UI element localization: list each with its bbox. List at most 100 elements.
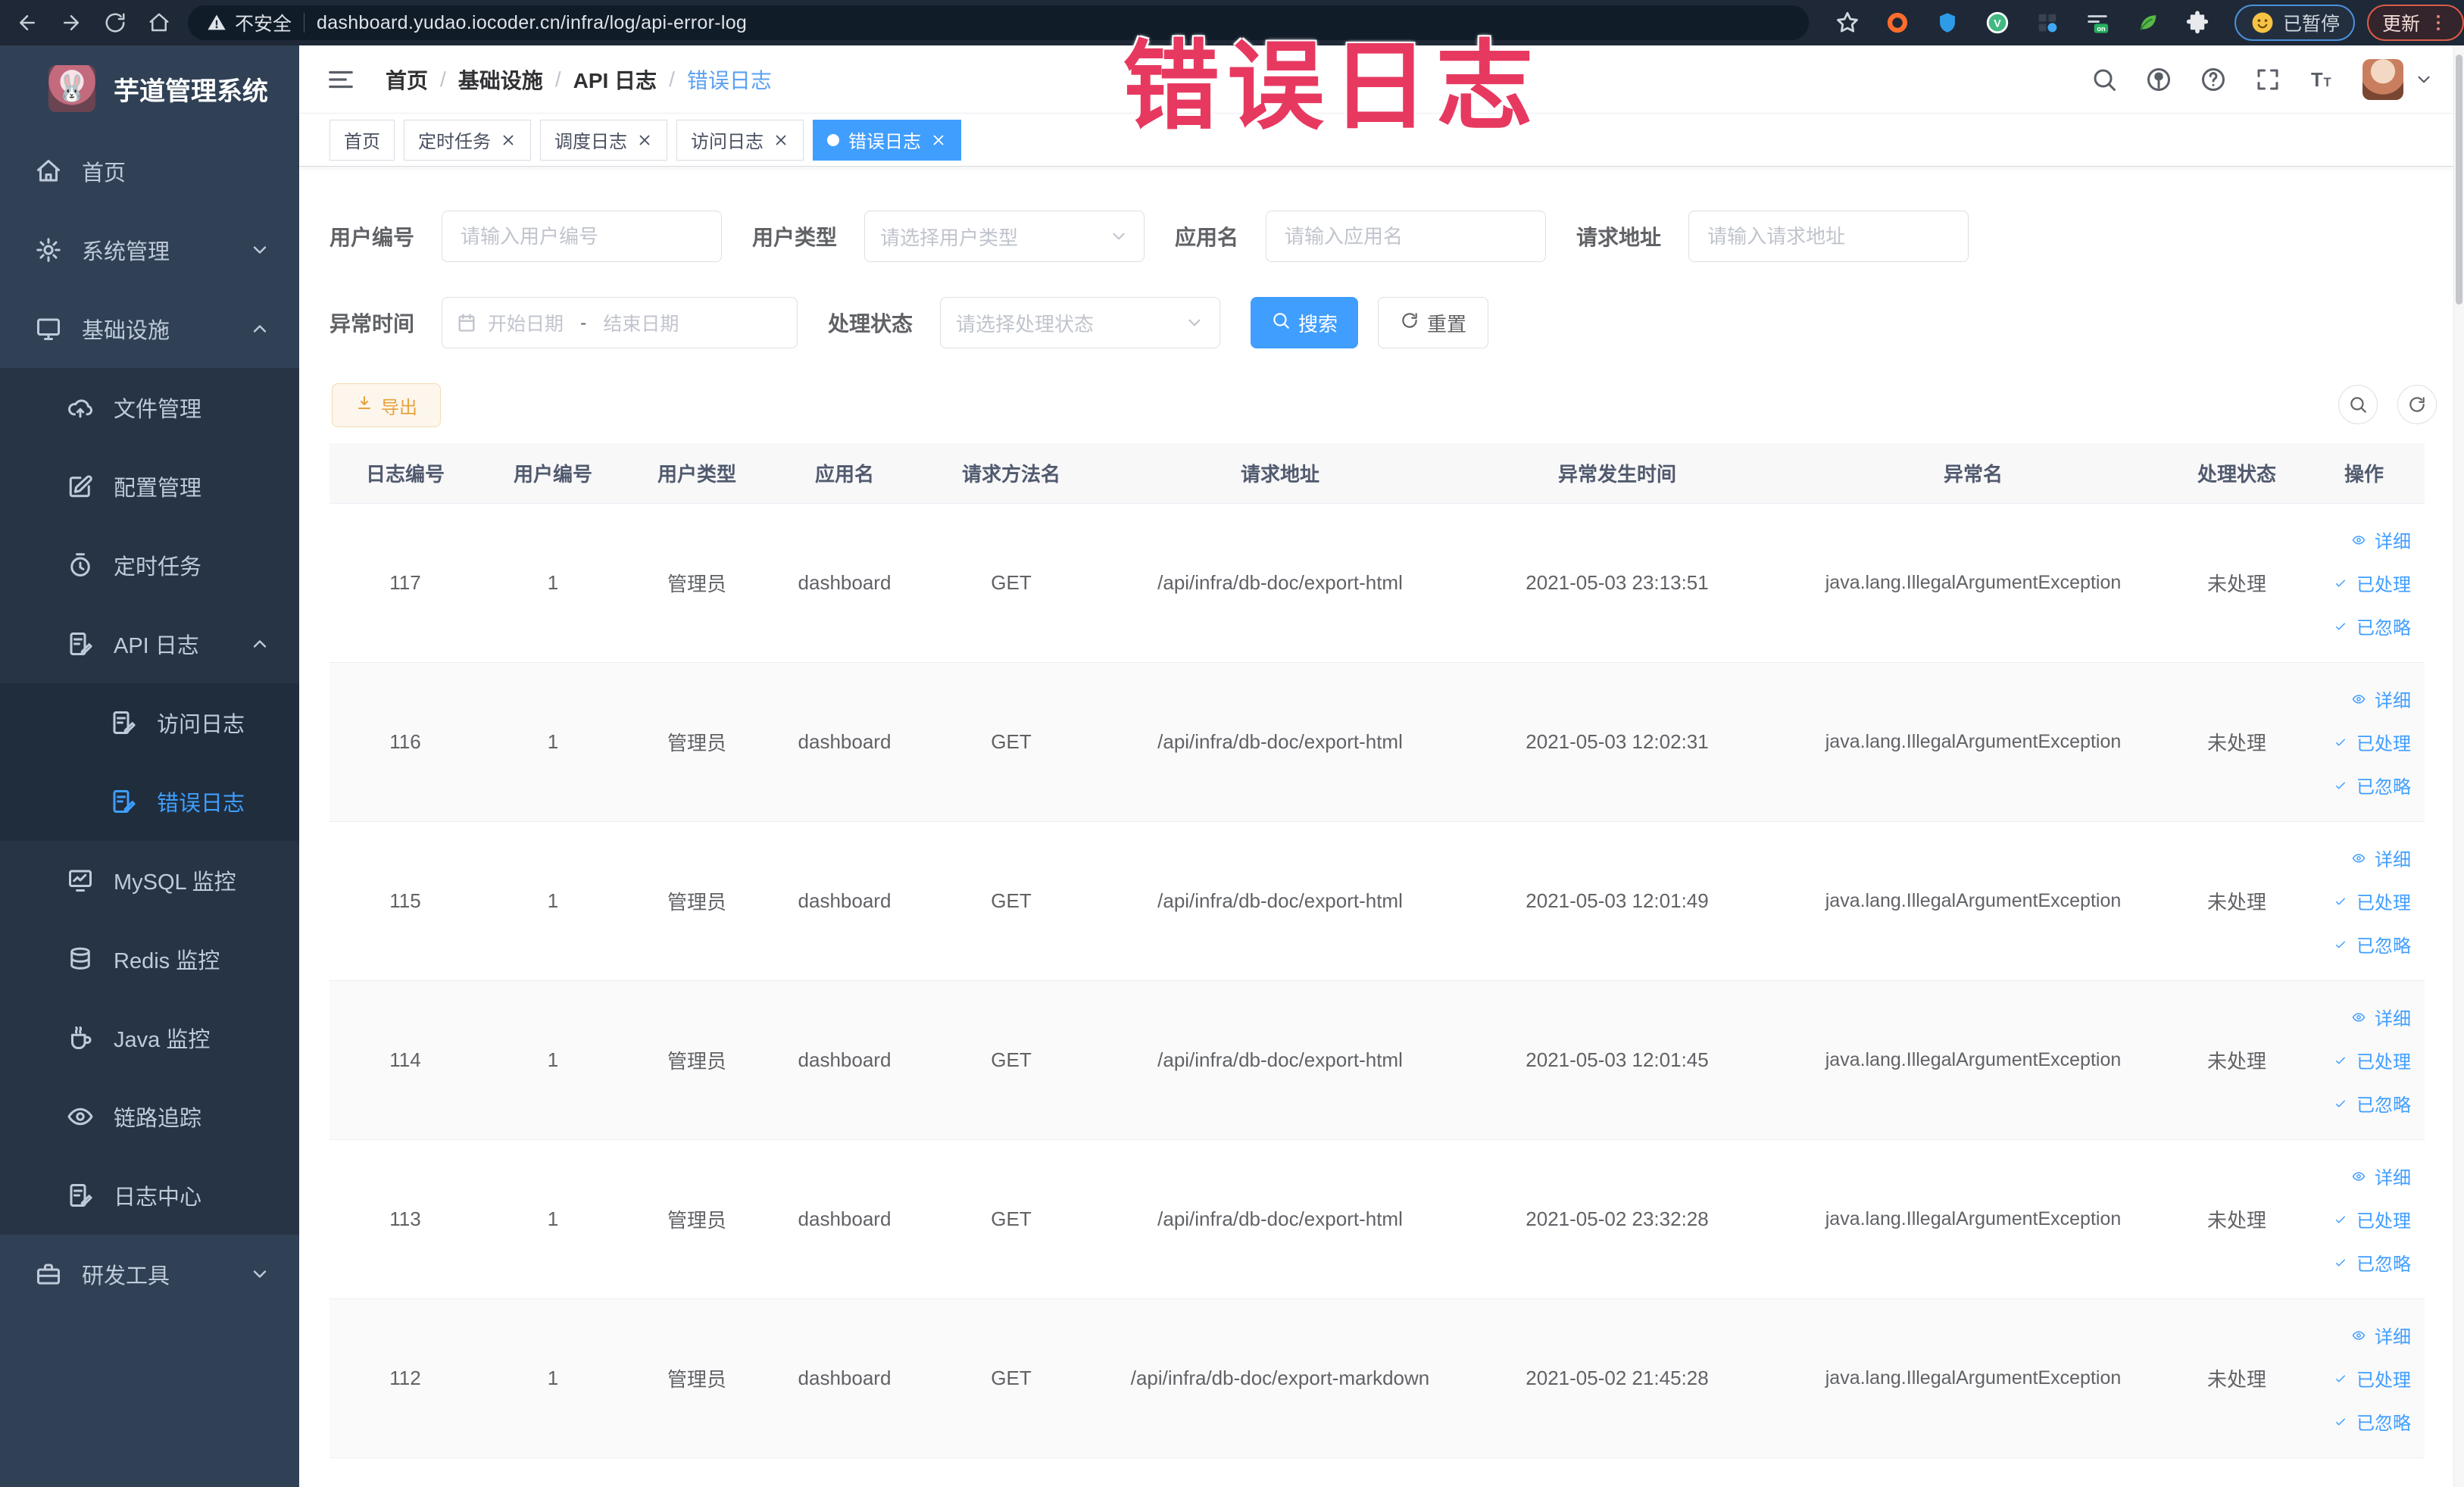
request-url-input[interactable] [1688, 211, 1969, 262]
action-详细[interactable]: 详细 [2352, 1004, 2411, 1030]
cell-exception: java.lang.IllegalArgumentException [1825, 890, 2122, 911]
tag-访问日志[interactable]: 访问日志 [676, 119, 804, 161]
action-详细[interactable]: 详细 [2352, 845, 2411, 871]
action-已忽略[interactable]: 已忽略 [2334, 613, 2411, 639]
user-type-select[interactable]: 请选择用户类型 [864, 211, 1145, 262]
sidebar-item-首页[interactable]: 首页 [0, 132, 299, 211]
tag-调度日志[interactable]: 调度日志 [540, 119, 667, 161]
sidebar-item-访问日志[interactable]: 访问日志 [0, 683, 299, 762]
action-已处理[interactable]: 已处理 [2334, 1365, 2411, 1392]
cell-url: /api/infra/db-doc/export-html [1157, 1048, 1403, 1071]
cell-actions: 详细已处理已忽略 [2303, 526, 2425, 639]
action-已处理[interactable]: 已处理 [2334, 1206, 2411, 1232]
caret-down-icon[interactable] [2414, 70, 2434, 89]
paused-chip[interactable]: 已暂停 [2234, 5, 2355, 41]
grid-extension-icon[interactable] [2031, 7, 2063, 39]
forward-button[interactable] [55, 6, 88, 39]
security-warning-icon[interactable] [206, 12, 227, 33]
action-已忽略[interactable]: 已忽略 [2334, 1249, 2411, 1276]
page-url[interactable]: dashboard.yudao.iocoder.cn/infra/log/api… [317, 12, 747, 34]
font-size-icon[interactable]: TT [2303, 61, 2341, 98]
close-icon[interactable] [500, 132, 517, 148]
search-button[interactable]: 搜索 [1251, 297, 1359, 348]
page-scrollbar[interactable] [2453, 45, 2464, 1487]
action-已忽略[interactable]: 已忽略 [2334, 1408, 2411, 1435]
orange-ring-extension-icon[interactable] [1882, 7, 1913, 39]
address-bar[interactable]: 不安全 dashboard.yudao.iocoder.cn/infra/log… [188, 5, 1809, 40]
cell-status: 未处理 [2206, 732, 2266, 754]
close-icon[interactable] [930, 132, 947, 148]
logo-row[interactable]: 🐰 芋道管理系统 [0, 45, 299, 132]
sidebar-item-日志中心[interactable]: 日志中心 [0, 1156, 299, 1235]
action-详细[interactable]: 详细 [2352, 686, 2411, 712]
breadcrumb-item[interactable]: API 日志 [573, 64, 657, 95]
action-已忽略[interactable]: 已忽略 [2334, 931, 2411, 957]
browser-menu-icon[interactable] [2428, 12, 2449, 33]
tag-定时任务[interactable]: 定时任务 [404, 119, 531, 161]
toggle-search-button[interactable] [2338, 385, 2378, 424]
action-详细[interactable]: 详细 [2352, 526, 2411, 553]
sidebar-item-链路追踪[interactable]: 链路追踪 [0, 1077, 299, 1156]
github-icon[interactable] [2140, 61, 2178, 98]
exception-time-range-picker[interactable]: 开始日期 - 结束日期 [442, 297, 798, 348]
check-icon [2334, 617, 2352, 636]
breadcrumb-item: 错误日志 [686, 68, 772, 92]
action-已处理[interactable]: 已处理 [2334, 729, 2411, 755]
action-详细[interactable]: 详细 [2352, 1322, 2411, 1348]
fullscreen-icon[interactable] [2249, 61, 2287, 98]
tag-错误日志[interactable]: 错误日志 [813, 119, 961, 161]
back-button[interactable] [11, 6, 44, 39]
sidebar-item-Java 监控[interactable]: Java 监控 [0, 998, 299, 1077]
process-status-select[interactable]: 请选择处理状态 [940, 297, 1221, 348]
cell-user-id: 1 [547, 889, 559, 912]
search-button-label: 搜索 [1298, 312, 1338, 336]
search-icon[interactable] [2085, 61, 2123, 98]
user-avatar[interactable] [2363, 58, 2403, 100]
switch-on-extension-icon[interactable]: on [2081, 7, 2113, 39]
extensions-puzzle-icon[interactable] [2181, 7, 2213, 39]
sidebar-item-配置管理[interactable]: 配置管理 [0, 447, 299, 526]
leaf-extension-icon[interactable] [2131, 7, 2163, 39]
sidebar-item-系统管理[interactable]: 系统管理 [0, 211, 299, 289]
user-id-input[interactable] [442, 211, 723, 262]
tags-view-bar: 首页 定时任务 调度日志 访问日志 错误日志 [299, 114, 2464, 167]
action-已处理[interactable]: 已处理 [2334, 888, 2411, 914]
cell-method: GET [991, 889, 1032, 912]
app-name-input[interactable] [1266, 211, 1547, 262]
vue-devtools-icon[interactable]: V [1982, 7, 2013, 39]
sidebar-item-MySQL 监控[interactable]: MySQL 监控 [0, 841, 299, 920]
breadcrumb-item[interactable]: 基础设施 [458, 64, 543, 95]
breadcrumb-item[interactable]: 首页 [386, 64, 428, 95]
refresh-table-button[interactable] [2397, 385, 2437, 424]
close-icon[interactable] [636, 132, 653, 148]
action-已处理[interactable]: 已处理 [2334, 570, 2411, 596]
sidebar-item-label: Redis 监控 [114, 949, 220, 973]
action-已忽略[interactable]: 已忽略 [2334, 772, 2411, 798]
sidebar-item-研发工具[interactable]: 研发工具 [0, 1235, 299, 1314]
cell-time: 2021-05-02 23:32:28 [1526, 1207, 1709, 1230]
scrollbar-thumb[interactable] [2456, 55, 2462, 305]
help-icon[interactable] [2194, 61, 2232, 98]
action-已忽略[interactable]: 已忽略 [2334, 1090, 2411, 1117]
sidebar-item-定时任务[interactable]: 定时任务 [0, 526, 299, 604]
sidebar-item-错误日志[interactable]: 错误日志 [0, 762, 299, 841]
action-详细[interactable]: 详细 [2352, 1163, 2411, 1189]
close-icon[interactable] [773, 132, 789, 148]
cell-exception: java.lang.IllegalArgumentException [1825, 1367, 2122, 1389]
tag-首页[interactable]: 首页 [329, 119, 395, 161]
cell-actions: 详细已处理已忽略 [2303, 686, 2425, 798]
export-button[interactable]: 导出 [332, 383, 441, 427]
bookmark-star-icon[interactable] [1832, 7, 1863, 39]
sidebar-item-文件管理[interactable]: 文件管理 [0, 368, 299, 447]
home-button[interactable] [142, 6, 176, 39]
hamburger-icon[interactable] [326, 63, 360, 96]
action-已处理[interactable]: 已处理 [2334, 1047, 2411, 1073]
blue-shield-extension-icon[interactable] [1932, 7, 1963, 39]
sidebar-item-API 日志[interactable]: API 日志 [0, 604, 299, 683]
update-chip[interactable]: 更新 [2366, 5, 2464, 41]
refresh-icon [1400, 311, 1427, 336]
sidebar-item-Redis 监控[interactable]: Redis 监控 [0, 920, 299, 998]
sidebar-item-基础设施[interactable]: 基础设施 [0, 289, 299, 368]
reload-button[interactable] [98, 6, 132, 39]
reset-button[interactable]: 重置 [1378, 297, 1489, 348]
